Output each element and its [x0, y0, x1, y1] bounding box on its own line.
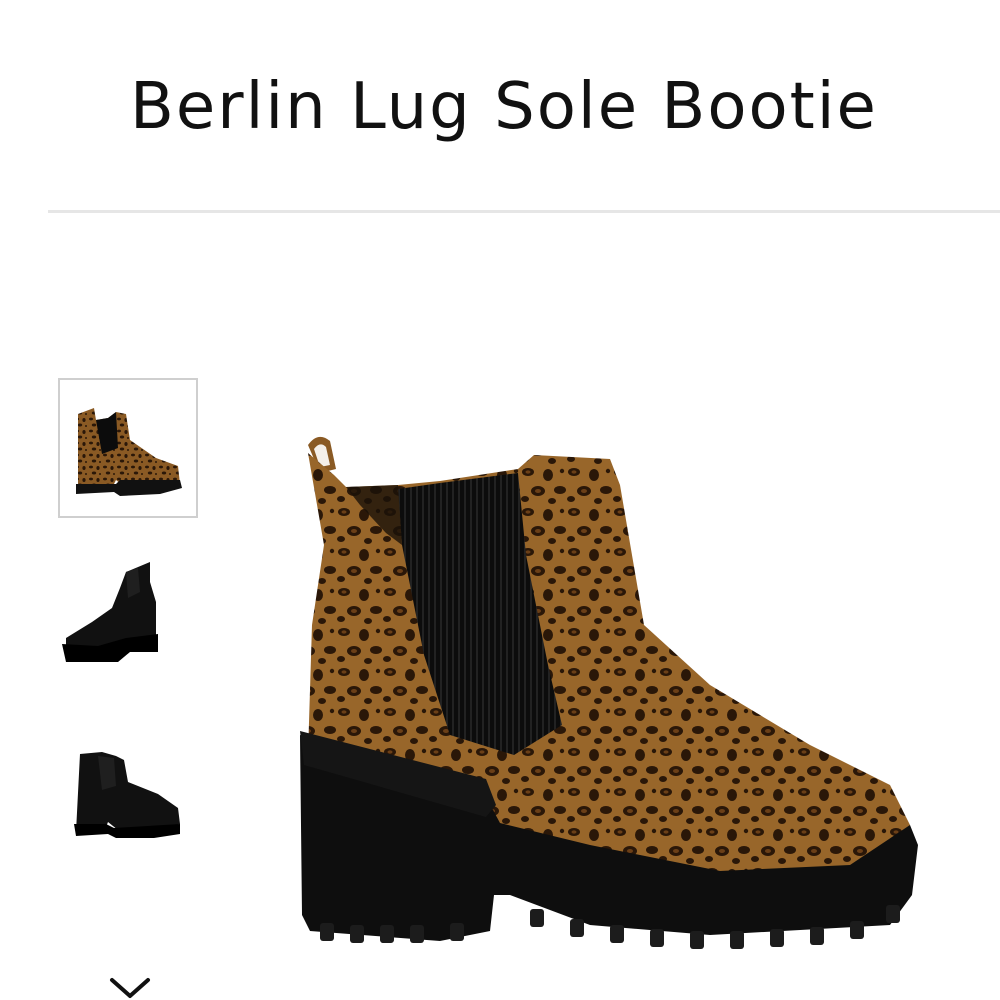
product-title: Berlin Lug Sole Bootie	[130, 70, 878, 144]
thumbnail-black-side[interactable]	[58, 548, 198, 688]
chevron-down-icon[interactable]	[108, 972, 152, 1000]
product-page: Berlin Lug Sole Bootie	[0, 0, 1000, 1000]
thumbnail-black-angle[interactable]	[58, 732, 198, 872]
thumbnail-image	[62, 562, 158, 662]
main-product-image[interactable]	[290, 425, 930, 965]
leopard-boot-image	[300, 436, 918, 949]
thumbnail-image	[74, 752, 180, 838]
thumbnail-leopard-side[interactable]	[58, 378, 198, 518]
thumbnail-image	[76, 408, 182, 496]
header-divider	[48, 210, 1000, 213]
